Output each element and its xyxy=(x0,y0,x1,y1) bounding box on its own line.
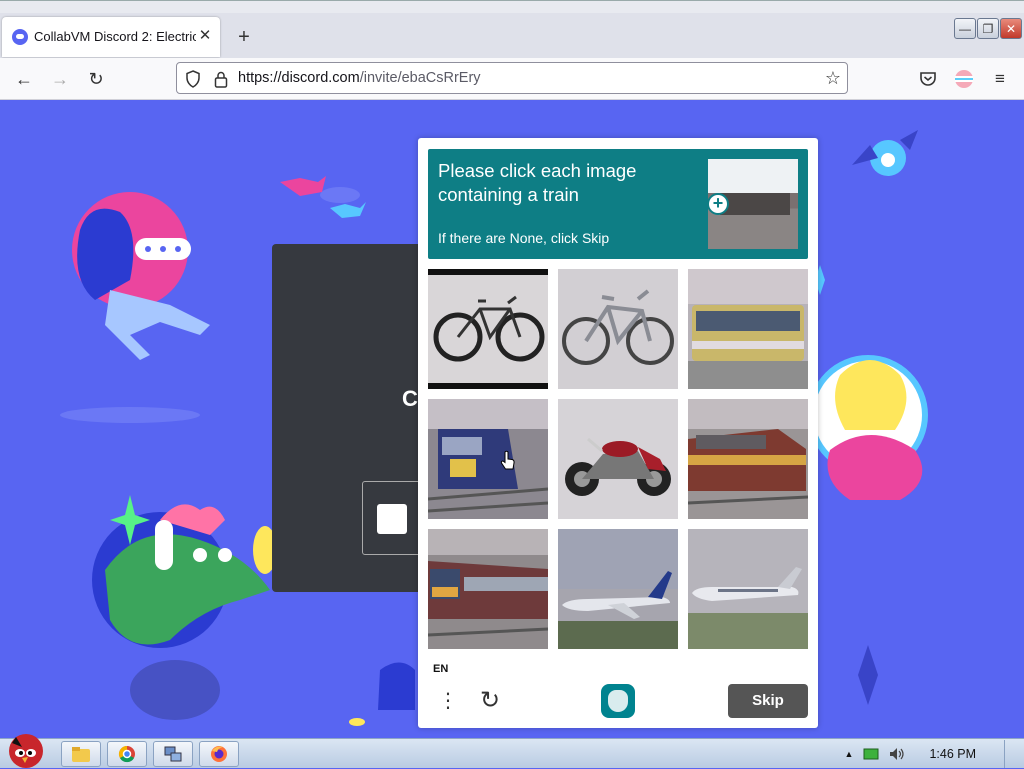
train-image xyxy=(688,399,808,519)
url-text[interactable]: https://discord.com/invite/ebaCsRrEry xyxy=(238,70,481,86)
more-options-icon[interactable]: ⋮ xyxy=(438,689,458,713)
bus-image xyxy=(688,269,808,389)
expand-example-icon[interactable]: + xyxy=(707,193,729,215)
challenge-tile-bus[interactable] xyxy=(688,269,808,389)
window-controls: — ❐ ✕ xyxy=(954,18,1022,40)
challenge-tile-train[interactable] xyxy=(428,529,548,649)
tab-title: CollabVM Discord 2: Electric xyxy=(34,29,196,44)
url-path: /invite/ebaCsRrEry xyxy=(359,70,481,86)
challenge-tile-train[interactable] xyxy=(688,399,808,519)
app-menu-icon[interactable]: ≡ xyxy=(988,67,1012,91)
close-window-button[interactable]: ✕ xyxy=(1000,18,1022,39)
explorer-icon xyxy=(72,747,90,762)
volume-icon[interactable] xyxy=(889,747,905,761)
airplane-image xyxy=(558,529,678,649)
taskbar-chrome[interactable] xyxy=(107,741,147,767)
title-strip xyxy=(0,1,1024,13)
language-selector[interactable]: EN xyxy=(433,663,448,675)
address-bar[interactable]: https://discord.com/invite/ebaCsRrEry ☆ xyxy=(176,62,848,94)
system-tray: ▲ 1:46 PM xyxy=(845,740,1014,768)
network-status-icon[interactable] xyxy=(863,747,879,761)
bookmark-star-icon[interactable]: ☆ xyxy=(825,68,841,89)
motorcycle-image xyxy=(558,399,678,519)
taskbar-explorer[interactable] xyxy=(61,741,101,767)
invite-card: C xyxy=(272,244,432,592)
invite-card-box xyxy=(362,481,422,555)
train-image xyxy=(428,399,548,519)
invite-card-text: C xyxy=(402,386,418,411)
chrome-icon xyxy=(118,745,135,763)
clock[interactable]: 1:46 PM xyxy=(929,747,976,761)
taskbar-firefox[interactable] xyxy=(199,741,239,767)
show-desktop-button[interactable] xyxy=(1004,740,1014,768)
network-icon xyxy=(164,746,182,762)
reload-button[interactable]: ↻ xyxy=(83,67,109,91)
hcaptcha-logo-icon[interactable] xyxy=(601,684,635,718)
restore-button[interactable]: ❐ xyxy=(977,18,999,39)
hand-cursor-icon xyxy=(500,450,515,470)
challenge-tile-train[interactable] xyxy=(428,399,548,519)
minimize-button[interactable]: — xyxy=(954,18,976,39)
navigation-bar: ← → ↻ https://discord.com/invite/ebaCsRr… xyxy=(0,58,1024,100)
challenge-prompt: Please click each image containing a tra… xyxy=(428,149,808,259)
pocket-icon[interactable] xyxy=(916,67,940,91)
challenge-tile-motorcycle[interactable] xyxy=(558,399,678,519)
tray-expand-icon[interactable]: ▲ xyxy=(845,749,854,759)
challenge-tile-airplane[interactable] xyxy=(558,529,678,649)
taskbar: ▲ 1:46 PM xyxy=(0,734,1024,768)
start-button-icon[interactable] xyxy=(4,731,50,769)
discord-favicon-icon xyxy=(12,29,28,45)
tracking-shield-icon[interactable] xyxy=(185,70,201,88)
new-tab-button[interactable]: + xyxy=(233,26,255,48)
image-grid xyxy=(428,269,808,649)
skip-button[interactable]: Skip xyxy=(728,684,808,718)
firefox-icon xyxy=(211,746,227,762)
discord-invite-page: C Please click each image containing a t… xyxy=(0,100,1024,738)
bicycle-image xyxy=(558,269,678,389)
browser-window: CollabVM Discord 2: Electric ✕ + — ❐ ✕ ←… xyxy=(0,0,1024,768)
back-button[interactable]: ← xyxy=(11,67,37,91)
url-host: https://discord.com xyxy=(238,70,360,86)
browser-tab[interactable]: CollabVM Discord 2: Electric ✕ xyxy=(2,17,220,57)
train-image xyxy=(428,529,548,649)
hcaptcha-challenge: Please click each image containing a tra… xyxy=(418,138,818,728)
taskbar-network[interactable] xyxy=(153,741,193,767)
tab-close-icon[interactable]: ✕ xyxy=(196,27,214,45)
prompt-title: Please click each image containing a tra… xyxy=(438,160,637,205)
challenge-tile-bicycle[interactable] xyxy=(558,269,678,389)
challenge-tile-bicycle[interactable] xyxy=(428,269,548,389)
refresh-challenge-icon[interactable]: ↻ xyxy=(476,687,504,715)
tab-bar: CollabVM Discord 2: Electric ✕ + — ❐ ✕ xyxy=(0,0,1024,58)
lock-icon[interactable] xyxy=(213,70,229,88)
account-avatar-icon[interactable] xyxy=(952,67,976,91)
bicycle-image xyxy=(428,269,548,389)
airplane-image xyxy=(688,529,808,649)
prompt-subtitle: If there are None, click Skip xyxy=(438,230,610,246)
forward-button[interactable]: → xyxy=(47,67,73,91)
challenge-tile-airplane[interactable] xyxy=(688,529,808,649)
